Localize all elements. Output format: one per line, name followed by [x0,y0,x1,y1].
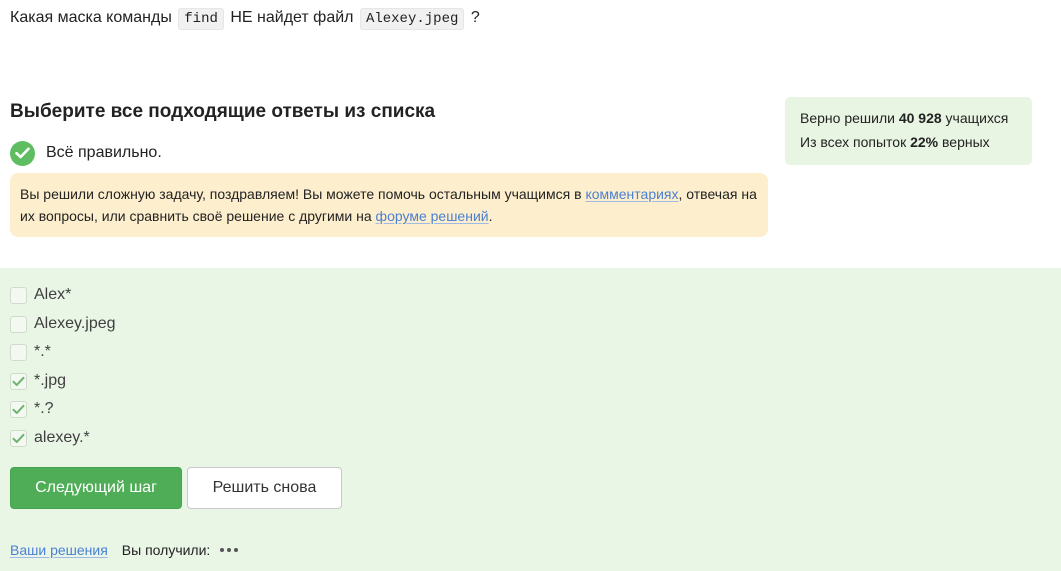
checkmark-icon [12,376,25,386]
answer-option[interactable]: *.? [10,399,54,419]
your-solutions-link[interactable]: Ваши решения [10,542,108,558]
checkbox-unchecked[interactable] [10,343,27,361]
checkbox-checked[interactable] [10,400,27,418]
answer-option-label: *.jpg [34,372,67,389]
answer-option-label: Alexey.jpeg [34,315,116,332]
notice-text-1: Вы решили сложную задачу, поздравляем! В… [20,186,582,202]
question-text-middle: НЕ найдет файл [230,9,354,26]
notice-text-3: . [488,208,493,224]
answer-option-label: *.? [34,400,54,417]
stats-solved-suffix: учащихся [945,110,1009,126]
checkmark-icon [12,404,25,414]
footer-row: Ваши решения Вы получили: [10,540,239,560]
next-step-button[interactable]: Следующий шаг [10,467,182,509]
solve-again-button[interactable]: Решить снова [187,467,342,509]
answer-option[interactable]: *.jpg [10,371,66,391]
answers-panel [0,268,1061,571]
checkbox-unchecked[interactable] [10,315,27,333]
answer-option-label: Alex* [34,286,72,303]
answer-option-label: alexey.* [34,429,90,446]
answer-option[interactable]: Alex* [10,285,71,305]
result-status: Всё правильно. [10,140,162,166]
question-text: Какая маска команды find НЕ найдет файл … [10,6,480,31]
code-filename: Alexey.jpeg [359,8,465,30]
stats-panel: Верно решили 40 928 учащихся Из всех поп… [785,97,1032,165]
comments-link[interactable]: комментариях [585,186,678,202]
checkmark-circle-icon [10,140,35,166]
stats-solved-prefix: Верно решили [800,110,895,126]
question-text-before: Какая маска команды [10,9,172,26]
solutions-forum-link[interactable]: форуме решений [376,208,489,224]
stats-solved-count: 40 928 [898,110,942,126]
checkbox-checked[interactable] [10,372,27,390]
question-text-after: ? [470,9,480,26]
congrats-notice: Вы решили сложную задачу, поздравляем! В… [10,173,768,237]
answer-option[interactable]: *.* [10,342,51,362]
more-dots-icon [220,548,239,552]
stats-percent-line: Из всех попыток 22% верных [800,130,1032,154]
answer-option[interactable]: alexey.* [10,428,90,448]
code-find: find [178,8,224,30]
stats-percent-suffix: верных [942,134,990,150]
stats-percent-value: 22% [910,134,939,150]
checkbox-unchecked[interactable] [10,286,27,304]
received-label: Вы получили: [121,542,211,558]
checkmark-icon [12,433,25,443]
checkbox-checked[interactable] [10,429,27,447]
answer-option[interactable]: Alexey.jpeg [10,314,116,334]
stats-solved-line: Верно решили 40 928 учащихся [800,106,1032,130]
stats-percent-prefix: Из всех попыток [800,134,907,150]
answer-option-label: *.* [34,343,51,360]
prompt-title: Выберите все подходящие ответы из списка [10,101,436,122]
result-text: Всё правильно. [46,144,162,161]
